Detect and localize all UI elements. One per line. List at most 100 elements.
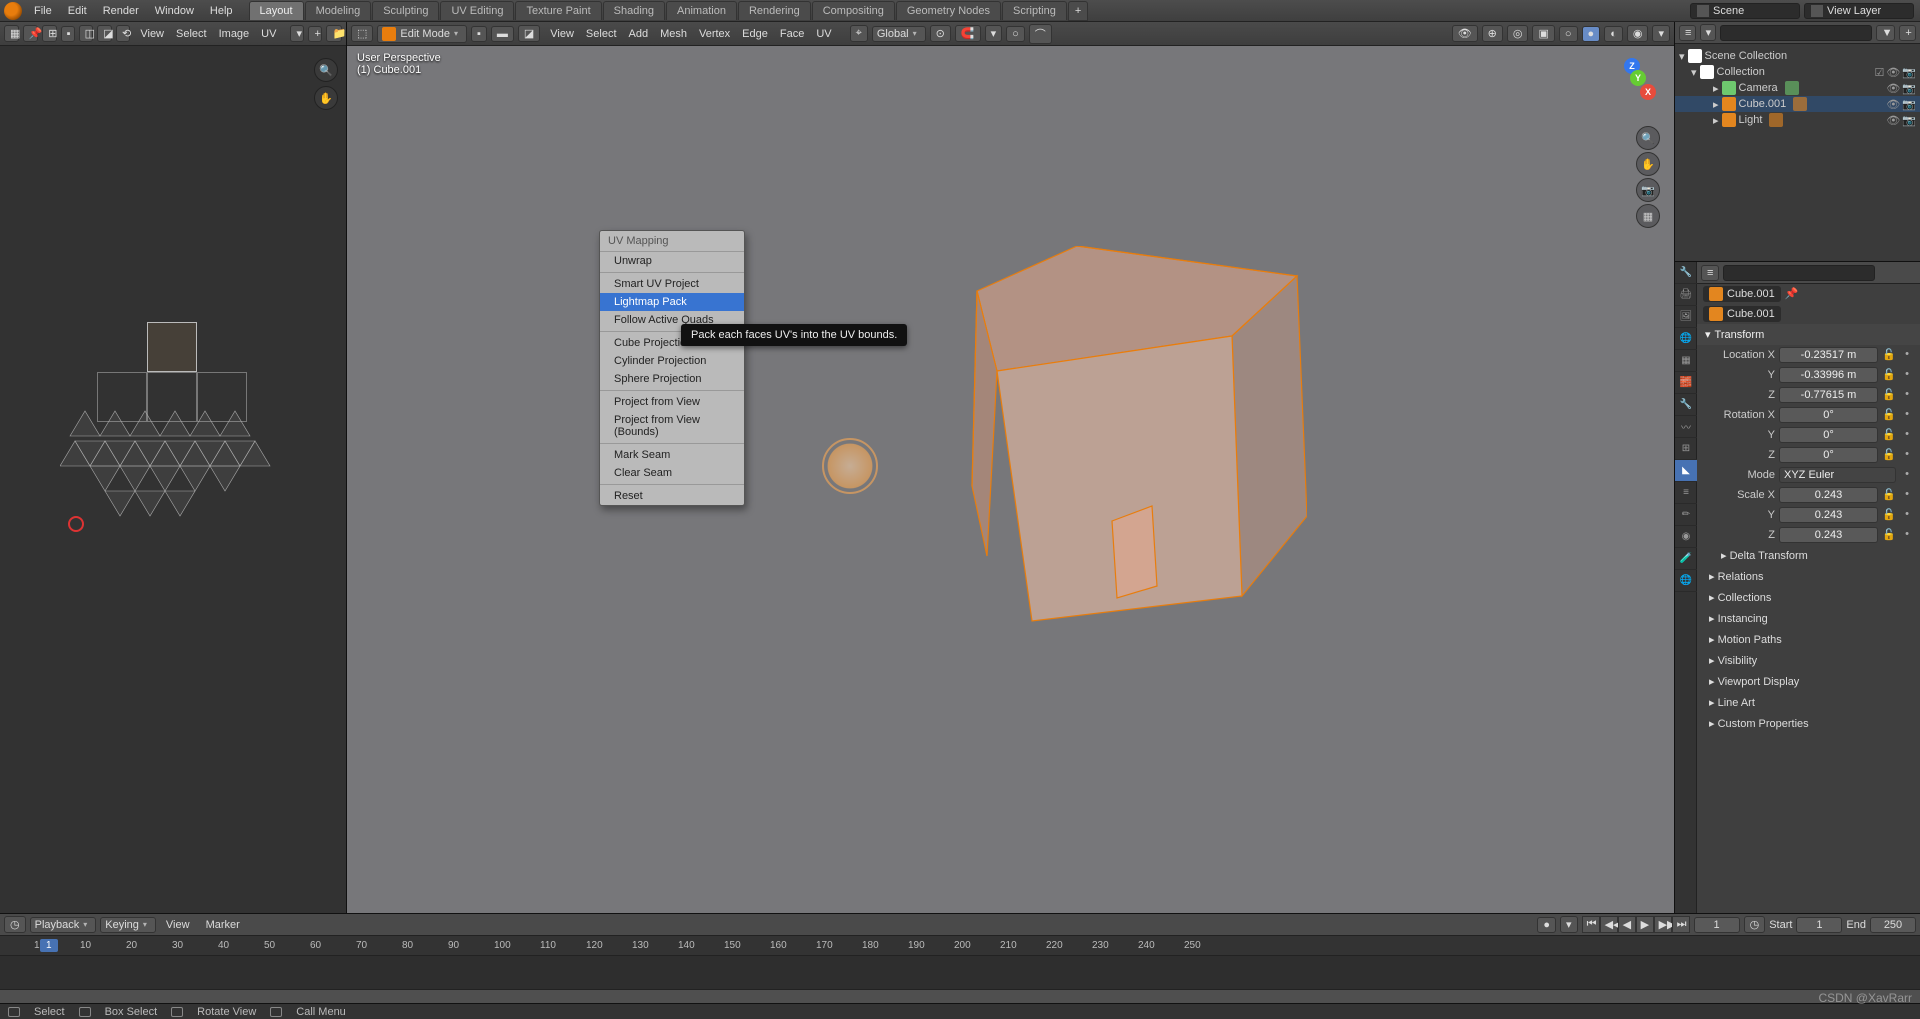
select-vert-button[interactable]: ▪ (471, 26, 487, 42)
next-keyframe-button[interactable]: ▶▶ (1654, 916, 1672, 933)
uv-mapping-project-from-view[interactable]: Project from View (600, 393, 744, 411)
overlays-button[interactable]: ◎ (1507, 25, 1529, 42)
uv-mapping-smart-uv-project[interactable]: Smart UV Project (600, 275, 744, 293)
uv-select-mode-vert[interactable]: ▪ (61, 26, 75, 42)
axis-y-icon[interactable]: Y (1630, 70, 1646, 86)
panel-collections[interactable]: ▸ Collections (1697, 587, 1920, 608)
add-workspace-button[interactable]: + (1068, 1, 1088, 21)
uv-menu-image[interactable]: Image (213, 26, 256, 42)
pivot-button[interactable]: ⊙ (930, 25, 951, 42)
rotation-y-field[interactable]: 0° (1779, 427, 1878, 443)
mode-selector[interactable]: Edit Mode ▾ (377, 25, 467, 43)
uv-select-mode-edge[interactable]: ◫ (79, 25, 94, 42)
menu-file[interactable]: File (26, 2, 60, 20)
workspace-tab-modeling[interactable]: Modeling (305, 1, 372, 20)
gizmo-button[interactable]: ⊕ (1482, 25, 1503, 42)
panel-transform[interactable]: ▾Transform (1697, 324, 1920, 345)
uv-select-mode-face[interactable]: ◪ (97, 25, 112, 42)
property-tab-11[interactable]: ✏ (1675, 504, 1697, 526)
lock-icon[interactable]: 🔓 (1882, 368, 1896, 382)
uv-mapping-mark-seam[interactable]: Mark Seam (600, 446, 744, 464)
outliner-item-light[interactable]: ▸Light👁📷 (1675, 112, 1920, 128)
workspace-tab-sculpting[interactable]: Sculpting (372, 1, 439, 20)
prev-keyframe-button[interactable]: ◀◀ (1600, 916, 1618, 933)
workspace-tab-uv-editing[interactable]: UV Editing (440, 1, 514, 20)
timeline-ruler[interactable]: 1 11020304050607080901001101201301401501… (0, 936, 1920, 956)
viewport-canvas[interactable]: User Perspective (1) Cube.001 UV Mapping… (347, 46, 1674, 913)
location-x-field[interactable]: -0.23517 m (1779, 347, 1878, 363)
pin-icon[interactable]: 📌 (1785, 287, 1799, 301)
panel-line-art[interactable]: ▸ Line Art (1697, 692, 1920, 713)
snap-type-button[interactable]: ▾ (985, 25, 1003, 42)
uv-new-button[interactable]: + (308, 26, 322, 42)
property-tab-12[interactable]: ◉ (1675, 526, 1697, 548)
jump-end-button[interactable]: ⏭ (1672, 916, 1690, 933)
viewport-menu-vertex[interactable]: Vertex (693, 26, 736, 42)
property-tab-5[interactable]: 🧱 (1675, 372, 1697, 394)
uv-open-button[interactable]: 📁 (326, 25, 342, 42)
outliner-scene-collection[interactable]: ▾Scene Collection (1675, 48, 1920, 64)
property-tab-10[interactable]: ≡ (1675, 482, 1697, 504)
property-tab-13[interactable]: 🧪 (1675, 548, 1697, 570)
panel-viewport-display[interactable]: ▸ Viewport Display (1697, 671, 1920, 692)
viewport-menu-edge[interactable]: Edge (736, 26, 774, 42)
uv-canvas[interactable]: 🔍 ✋ (0, 46, 346, 913)
outliner-new-collection-button[interactable]: + (1899, 25, 1916, 41)
timeline-scrollbar[interactable] (0, 989, 1920, 1003)
panel-delta-transform[interactable]: ▸ Delta Transform (1697, 545, 1920, 566)
uv-hand-icon[interactable]: ✋ (314, 86, 338, 110)
property-tab-9[interactable]: ◣ (1675, 460, 1697, 482)
snap-button[interactable]: 🧲 (955, 25, 981, 42)
select-face-button[interactable]: ◪ (518, 25, 540, 42)
shading-render[interactable]: ◉ (1627, 25, 1649, 42)
uv-menu-view[interactable]: View (134, 26, 170, 42)
zoom-icon[interactable]: 🔍 (1636, 126, 1660, 150)
uv-editor-type-button[interactable]: ▦ (4, 25, 19, 42)
camera-icon[interactable]: 📷 (1636, 178, 1660, 202)
playback-menu[interactable]: Playback▾ (30, 917, 97, 933)
outliner-tree[interactable]: ▾Scene Collection ▾Collection☑👁📷 ▸Camera… (1675, 44, 1920, 261)
workspace-tab-shading[interactable]: Shading (603, 1, 665, 20)
viewport-menu-select[interactable]: Select (580, 26, 623, 42)
property-tab-1[interactable]: 🖨 (1675, 284, 1697, 306)
uv-mapping-reset[interactable]: Reset (600, 487, 744, 505)
uv-menu-uv[interactable]: UV (255, 26, 282, 42)
properties-type-button[interactable]: ≡ (1701, 265, 1719, 281)
select-edge-button[interactable]: ▬ (491, 26, 514, 42)
uv-sync-button[interactable]: ⟲ (116, 25, 130, 42)
play-button[interactable]: ▶ (1636, 916, 1654, 933)
orientation-selector[interactable]: Global▾ (872, 26, 926, 42)
uv-mapping-unwrap[interactable]: Unwrap (600, 252, 744, 270)
autokey-options[interactable]: ▾ (1560, 916, 1578, 933)
property-tab-6[interactable]: 🔧 (1675, 394, 1697, 416)
workspace-tab-animation[interactable]: Animation (666, 1, 737, 20)
outliner-display-button[interactable]: ▾ (1700, 24, 1716, 41)
shading-solid[interactable]: ● (1582, 26, 1601, 42)
workspace-tab-rendering[interactable]: Rendering (738, 1, 811, 20)
viewport-menu-mesh[interactable]: Mesh (654, 26, 693, 42)
workspace-tab-compositing[interactable]: Compositing (812, 1, 895, 20)
rotation-z-field[interactable]: 0° (1779, 447, 1878, 463)
uv-mapping-clear-seam[interactable]: Clear Seam (600, 464, 744, 482)
breadcrumb-data[interactable]: Cube.001 (1703, 306, 1781, 322)
outliner-item-camera[interactable]: ▸Camera👁📷 (1675, 80, 1920, 96)
uv-menu-select[interactable]: Select (170, 26, 213, 42)
location-y-field[interactable]: -0.33996 m (1779, 367, 1878, 383)
property-tab-14[interactable]: 🌐 (1675, 570, 1697, 592)
uv-mapping-project-from-view-bounds-[interactable]: Project from View (Bounds) (600, 411, 744, 441)
scale-y-field[interactable]: 0.243 (1779, 507, 1878, 523)
uv-zoom-icon[interactable]: 🔍 (314, 58, 338, 82)
scene-selector[interactable]: Scene (1690, 3, 1800, 19)
editor-type-button[interactable]: ⬚ (351, 25, 373, 42)
start-frame-field[interactable]: 1 (1796, 917, 1842, 933)
uv-pin-button[interactable]: 📌 (23, 25, 39, 42)
property-tab-2[interactable]: 🖼 (1675, 306, 1697, 328)
property-tab-8[interactable]: ⊞ (1675, 438, 1697, 460)
menu-help[interactable]: Help (202, 2, 241, 20)
axis-x-icon[interactable]: X (1640, 84, 1656, 100)
current-frame-field[interactable]: 1 (1694, 917, 1740, 933)
rotation-x-field[interactable]: 0° (1779, 407, 1878, 423)
keying-menu[interactable]: Keying▾ (100, 917, 156, 933)
outliner-type-button[interactable]: ≡ (1679, 25, 1696, 41)
pan-icon[interactable]: ✋ (1636, 152, 1660, 176)
